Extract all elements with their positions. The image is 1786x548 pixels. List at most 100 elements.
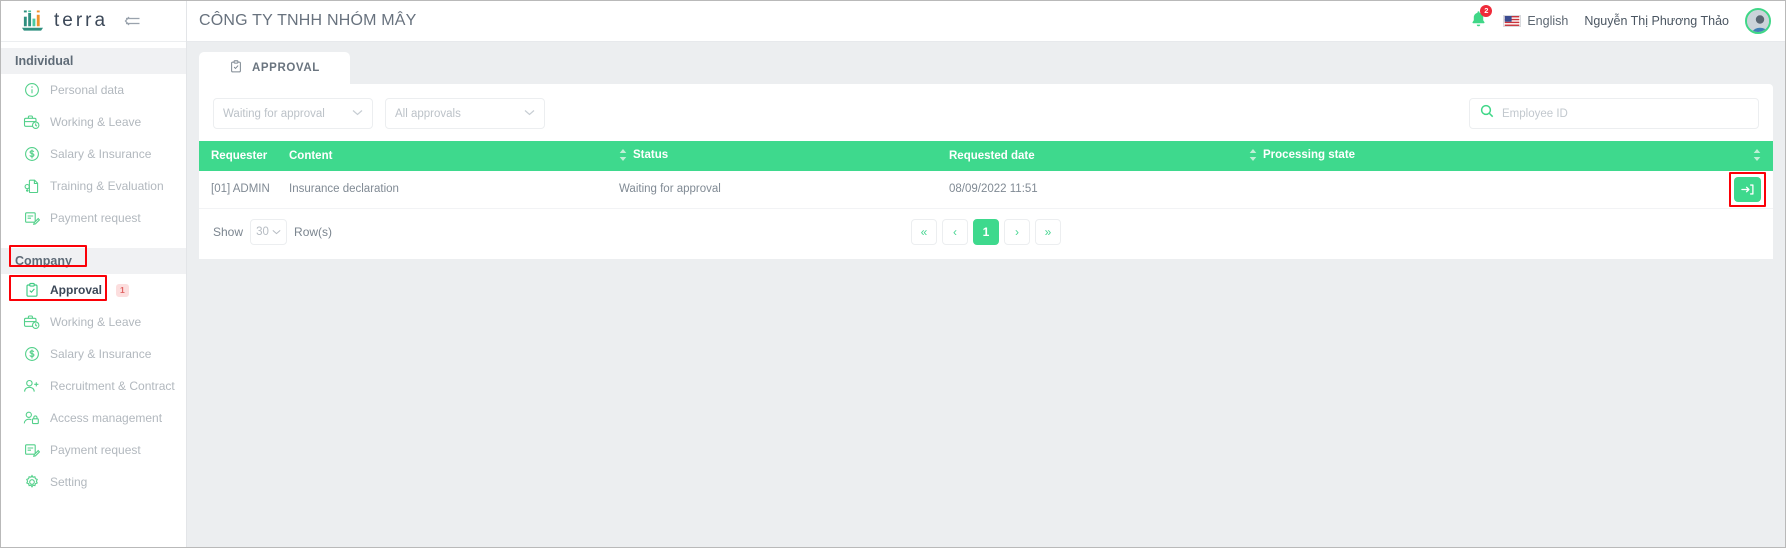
column-header-content[interactable]: Content xyxy=(283,141,613,171)
search-input[interactable] xyxy=(1502,107,1748,120)
pagination-page-1[interactable]: 1 xyxy=(973,218,999,245)
sidebar-section-label: Company xyxy=(15,254,72,268)
gear-icon xyxy=(23,474,40,491)
pagination: « ‹ 1 › » xyxy=(911,218,1061,245)
pagination-next[interactable]: › xyxy=(1004,218,1030,245)
tab-approval[interactable]: APPROVAL xyxy=(199,52,350,84)
briefcase-clock-icon xyxy=(23,114,40,131)
sidebar-item-personal-data[interactable]: Personal data xyxy=(1,74,186,106)
pagination-last[interactable]: » xyxy=(1035,218,1061,245)
dollar-circle-icon xyxy=(23,146,40,163)
sidebar-item-label: Working & Leave xyxy=(50,315,142,329)
column-header-processing-state[interactable]: Processing state xyxy=(1243,141,1709,171)
sidebar-item-label: Recruitment & Contract xyxy=(50,379,175,393)
sidebar-item-payment-request-individual[interactable]: Payment request xyxy=(1,202,186,234)
pagination-prev[interactable]: ‹ xyxy=(942,218,968,245)
sidebar-item-salary-insurance-company[interactable]: Salary & Insurance xyxy=(1,338,186,370)
sidebar-item-working-leave-individual[interactable]: Working & Leave xyxy=(1,106,186,138)
bar-chart-logo-icon xyxy=(21,10,44,32)
sidebar-item-salary-insurance-individual[interactable]: Salary & Insurance xyxy=(1,138,186,170)
clipboard-check-icon xyxy=(229,59,243,77)
sidebar-item-label: Setting xyxy=(50,475,88,489)
search-box[interactable] xyxy=(1469,98,1759,129)
tab-label: APPROVAL xyxy=(252,62,320,74)
sidebar-item-label: Training & Evaluation xyxy=(50,179,164,193)
document-training-icon xyxy=(23,178,40,195)
sidebar-item-label: Salary & Insurance xyxy=(50,147,152,161)
chevron-down-icon xyxy=(352,108,363,119)
collapse-sidebar-icon[interactable] xyxy=(124,14,141,28)
pagination-first[interactable]: « xyxy=(911,218,937,245)
column-header-action[interactable] xyxy=(1709,141,1773,171)
sidebar-item-label: Salary & Insurance xyxy=(50,347,152,361)
table-footer: Show 30 Row(s) « ‹ 1 › » xyxy=(199,209,1773,259)
sort-arrows-icon[interactable] xyxy=(1249,148,1257,161)
tab-strip: APPROVAL xyxy=(187,42,1785,84)
sort-arrows-icon[interactable] xyxy=(619,148,627,161)
rows-per-page-control: Show 30 Row(s) xyxy=(213,218,333,245)
avatar[interactable] xyxy=(1745,8,1771,34)
table-header-row: Requester Content Status Requested date … xyxy=(199,141,1773,171)
sidebar-item-approval[interactable]: Approval 1 xyxy=(1,274,186,306)
rows-per-page-select[interactable]: 30 xyxy=(250,218,288,245)
info-circle-icon xyxy=(23,82,40,99)
briefcase-clock-icon xyxy=(23,314,40,331)
language-label: English xyxy=(1527,14,1569,28)
sort-arrows-icon[interactable] xyxy=(1753,148,1761,161)
column-label: Requester xyxy=(211,150,268,162)
language-selector[interactable]: English xyxy=(1503,14,1568,28)
page-title: CÔNG TY TNHH NHÓM MÂY xyxy=(199,12,417,29)
show-label: Show xyxy=(213,224,244,239)
user-lock-icon xyxy=(23,410,40,427)
table-row[interactable]: [01] ADMIN Insurance declaration Waiting… xyxy=(199,171,1773,209)
approval-table: Requester Content Status Requested date … xyxy=(199,141,1773,209)
status-filter-select[interactable]: Waiting for approval xyxy=(213,98,373,129)
sidebar-item-label: Access management xyxy=(50,411,163,425)
header-actions: 2 English Nguyễn Thị Phương Thảo xyxy=(1470,4,1771,34)
sidebar-item-label: Approval xyxy=(50,283,103,297)
sidebar-section-company: Company xyxy=(1,245,186,274)
sidebar-item-training-evaluation[interactable]: Training & Evaluation xyxy=(1,170,186,202)
open-detail-button[interactable] xyxy=(1729,171,1766,207)
notifications-button[interactable]: 2 xyxy=(1470,4,1493,33)
sidebar-item-working-leave-company[interactable]: Working & Leave xyxy=(1,306,186,338)
cell-processing-state xyxy=(1243,171,1709,209)
top-header: CÔNG TY TNHH NHÓM MÂY 2 English Nguyễn T… xyxy=(187,1,1785,42)
application-window: terra Individual Personal data Working &… xyxy=(0,0,1786,548)
sidebar-item-access-management[interactable]: Access management xyxy=(1,402,186,434)
status-filter-value: Waiting for approval xyxy=(223,107,325,120)
column-label: Content xyxy=(289,150,333,162)
sidebar-item-payment-request-company[interactable]: Payment request xyxy=(1,434,186,466)
sidebar: terra Individual Personal data Working &… xyxy=(1,1,187,547)
approval-type-select[interactable]: All approvals xyxy=(385,98,545,129)
approval-panel: Waiting for approval All approvals Emplo… xyxy=(199,84,1773,259)
column-header-requested-date[interactable]: Requested date xyxy=(943,141,1243,171)
filter-bar: Waiting for approval All approvals xyxy=(199,84,1773,141)
column-label: Processing state xyxy=(1263,148,1356,161)
chevron-down-icon xyxy=(524,108,535,119)
table-body: [01] ADMIN Insurance declaration Waiting… xyxy=(199,171,1773,209)
column-header-status[interactable]: Status xyxy=(613,141,943,171)
cell-requester: [01] ADMIN xyxy=(199,171,283,209)
us-flag-icon xyxy=(1503,15,1522,27)
column-header-requester[interactable]: Requester xyxy=(199,141,283,171)
column-label: Requested date xyxy=(949,150,1035,162)
table-head: Requester Content Status Requested date … xyxy=(199,141,1773,171)
notification-count-badge: 2 xyxy=(1480,4,1493,17)
sidebar-item-recruitment-contract[interactable]: Recruitment & Contract xyxy=(1,370,186,402)
search-icon xyxy=(1480,104,1494,123)
brand-header: terra xyxy=(1,1,186,42)
clipboard-check-icon xyxy=(23,282,40,299)
dollar-circle-icon xyxy=(23,346,40,363)
invoice-edit-icon xyxy=(23,210,40,227)
sidebar-item-badge: 1 xyxy=(116,283,129,297)
sidebar-item-label: Payment request xyxy=(50,443,141,457)
column-label: Status xyxy=(633,148,669,161)
sidebar-item-label: Personal data xyxy=(50,83,125,97)
sidebar-item-setting[interactable]: Setting xyxy=(1,466,186,498)
cell-status: Waiting for approval xyxy=(613,171,943,209)
invoice-edit-icon xyxy=(23,442,40,459)
sidebar-item-label: Working & Leave xyxy=(50,115,142,129)
sidebar-section-individual: Individual xyxy=(1,48,186,74)
rows-label: Row(s) xyxy=(294,224,333,239)
